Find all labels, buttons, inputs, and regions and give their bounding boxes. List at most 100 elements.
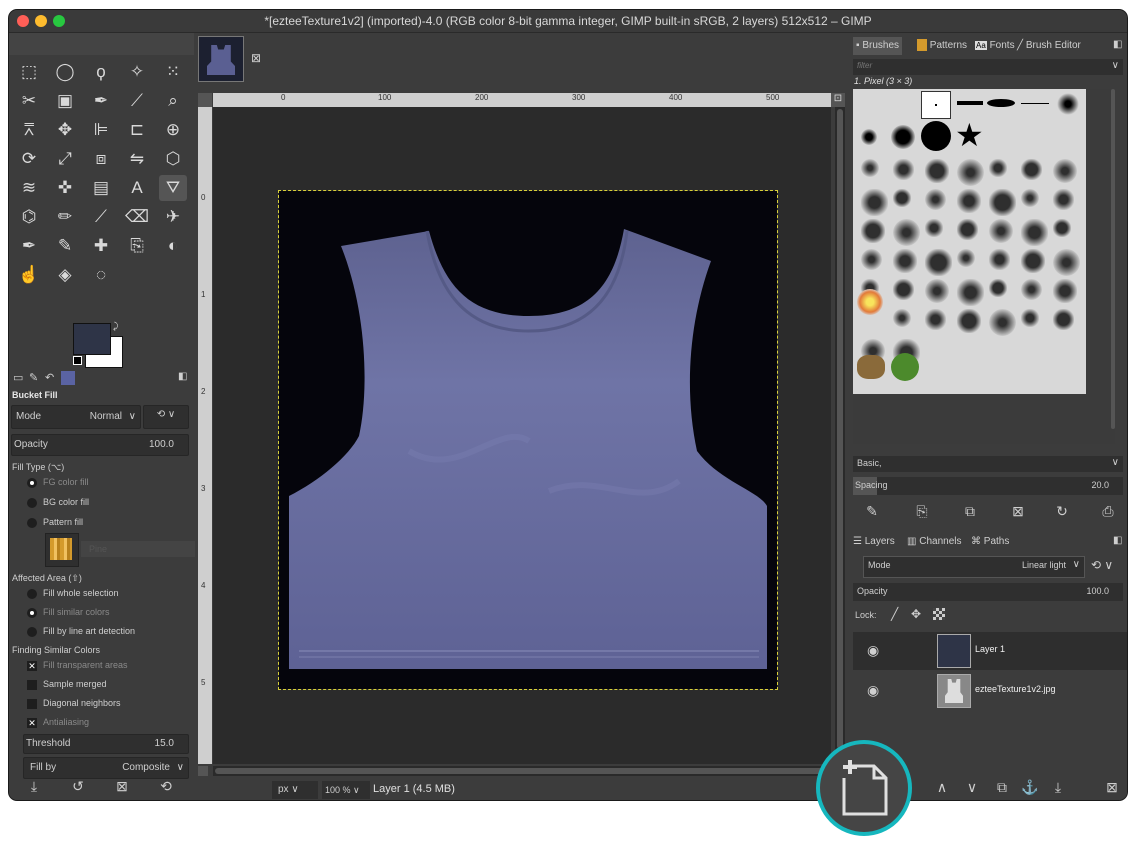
mypaint-brush-tool-icon[interactable]: ✎ [51,233,79,259]
opt-antialiasing[interactable]: ✕ Antialiasing [27,717,89,728]
brush-block[interactable] [957,101,983,105]
delete-layer-icon[interactable]: ⊠ [1101,777,1123,797]
brush-texture[interactable] [957,249,975,267]
tab-layers[interactable]: ☰ Layers [853,533,895,551]
brush-texture[interactable] [893,159,914,180]
zoom-fit-icon[interactable]: ⊡ [831,93,845,107]
convolve-tool-icon[interactable]: ◌ [87,262,115,288]
brush-texture[interactable] [925,279,949,303]
align-tool-icon[interactable]: ⊫ [87,117,115,143]
lock-pixels-icon[interactable]: ╱ [891,607,898,621]
brush-texture[interactable] [1021,279,1042,300]
tab-fonts[interactable]: Aa Fonts [975,37,1015,55]
reset-tool-options-icon[interactable]: ⟲ [155,776,177,796]
visibility-eye-icon[interactable]: ◉ [867,642,879,659]
configure-tab-icon[interactable]: ◧ [1113,39,1122,50]
blend-tool-icon[interactable]: ⌬ [15,204,43,230]
brush-texture[interactable] [957,279,984,306]
brush-texture[interactable] [957,219,978,240]
foreground-color-swatch[interactable] [73,323,111,355]
brush-star[interactable]: ★ [955,119,984,151]
brush-texture[interactable] [1053,189,1074,210]
brush-texture[interactable] [989,219,1013,243]
handle-transform-tool-icon[interactable]: ✜ [51,175,79,201]
brush-texture[interactable] [893,189,911,207]
layer-opacity-slider[interactable]: Opacity 100.0 [853,583,1123,601]
configure-tab-icon[interactable]: ◧ [1113,535,1122,546]
image-tab-thumbnail[interactable] [198,36,244,82]
brush-texture[interactable] [893,219,920,246]
delete-brush-icon[interactable]: ⊠ [1007,501,1029,521]
images-tab-icon[interactable] [61,371,75,385]
brush-texture[interactable] [1021,219,1048,246]
brush-texture[interactable] [893,309,911,327]
brush-texture[interactable] [925,189,946,210]
measure-tool-icon[interactable]: ⩞ [15,117,43,143]
brush-texture[interactable] [989,309,1016,336]
flip-tool-icon[interactable]: ⇋ [123,146,151,172]
brush-pixel[interactable] [921,91,951,119]
brush-texture[interactable] [1053,219,1071,237]
brush-texture[interactable] [1021,249,1045,273]
brush-tag-dropdown[interactable]: Basic, ∨ [853,456,1123,472]
area-whole-selection[interactable]: Fill whole selection [27,588,119,599]
brush-texture[interactable] [1021,309,1039,327]
delete-tool-preset-icon[interactable]: ⊠ [111,776,133,796]
lower-layer-icon[interactable]: ∨ [961,777,983,797]
scissors-tool-icon[interactable]: ✂ [15,88,43,114]
visibility-eye-icon[interactable]: ◉ [867,682,879,699]
heal-tool-icon[interactable]: ✚ [87,233,115,259]
edit-brush-icon[interactable]: ✎ [861,501,883,521]
tab-brush-editor[interactable]: ╱ Brush Editor [1017,37,1081,55]
brush-texture[interactable] [989,159,1007,177]
new-layer-button-highlight[interactable] [816,740,912,836]
quick-mask-corner[interactable] [198,93,212,107]
brush-texture[interactable] [893,249,917,273]
save-tool-preset-icon[interactable]: ⤓ [23,776,45,796]
pencil-tool-icon[interactable]: ✏ [51,204,79,230]
duplicate-layer-icon[interactable]: ⧉ [991,777,1013,797]
new-brush-icon[interactable]: ⎘ [911,501,933,521]
opacity-slider[interactable]: Opacity 100.0 [11,434,189,456]
by-color-select-tool-icon[interactable]: ⁙ [159,59,187,85]
brush-texture[interactable] [957,189,981,213]
brush-line[interactable] [1021,103,1049,104]
brush-pepper[interactable] [891,353,919,381]
opt-sample-merged[interactable]: Sample merged [27,679,107,690]
spacing-slider[interactable]: Spacing 20.0 [853,477,1123,495]
brush-texture[interactable] [1021,159,1042,180]
crop-tool-icon[interactable]: ⊏ [123,117,151,143]
paintbrush-tool-icon[interactable]: ⟋ [87,204,115,230]
rotate-tool-icon[interactable]: ⟳ [15,146,43,172]
brush-filter-input[interactable]: filter ∨ [853,59,1123,75]
horizontal-ruler[interactable]: 0 100 200 300 400 500 [213,93,831,107]
brush-texture[interactable] [989,249,1010,270]
image-canvas[interactable] [278,190,778,690]
area-similar-colors[interactable]: Fill similar colors [27,607,110,618]
paths-tool-icon[interactable]: ✒ [87,88,115,114]
device-status-tab-icon[interactable]: ✎ [29,371,38,384]
fill-type-fg[interactable]: FG color fill [27,477,89,488]
brush-scrollbar[interactable] [1111,89,1115,429]
color-picker-tool-icon[interactable]: ⟋ [123,88,151,114]
swap-colors-icon[interactable]: ⤸ [113,321,118,332]
layer-mode-dropdown[interactable]: Mode Linear light ∨ [863,556,1085,578]
fuzzy-select-tool-icon[interactable]: ✧ [123,59,151,85]
brush-texture[interactable] [861,159,879,177]
blur-tool-icon[interactable]: ◈ [51,262,79,288]
ink-tool-icon[interactable]: ✒ [15,233,43,259]
brush-hard-circle[interactable] [921,121,951,151]
layer-row-texture[interactable]: ◉ ezteeTexture1v2.jpg [853,672,1127,710]
horizontal-scrollbar[interactable] [213,766,831,776]
pattern-button[interactable] [45,533,79,567]
perspective-tool-icon[interactable]: ⧈ [87,146,115,172]
tab-brushes[interactable]: ▪ Brushes [853,37,903,55]
undo-history-tab-icon[interactable]: ↶ [45,371,54,384]
unified-transform-tool-icon[interactable]: ⊕ [159,117,187,143]
brush-texture[interactable] [861,249,882,270]
restore-tool-preset-icon[interactable]: ↺ [67,776,89,796]
brush-fuzzy[interactable] [1057,93,1079,115]
brush-texture[interactable] [1053,309,1074,330]
configure-tab-icon[interactable]: ◧ [178,371,187,382]
dodge-burn-tool-icon[interactable]: ◐ [159,233,187,259]
